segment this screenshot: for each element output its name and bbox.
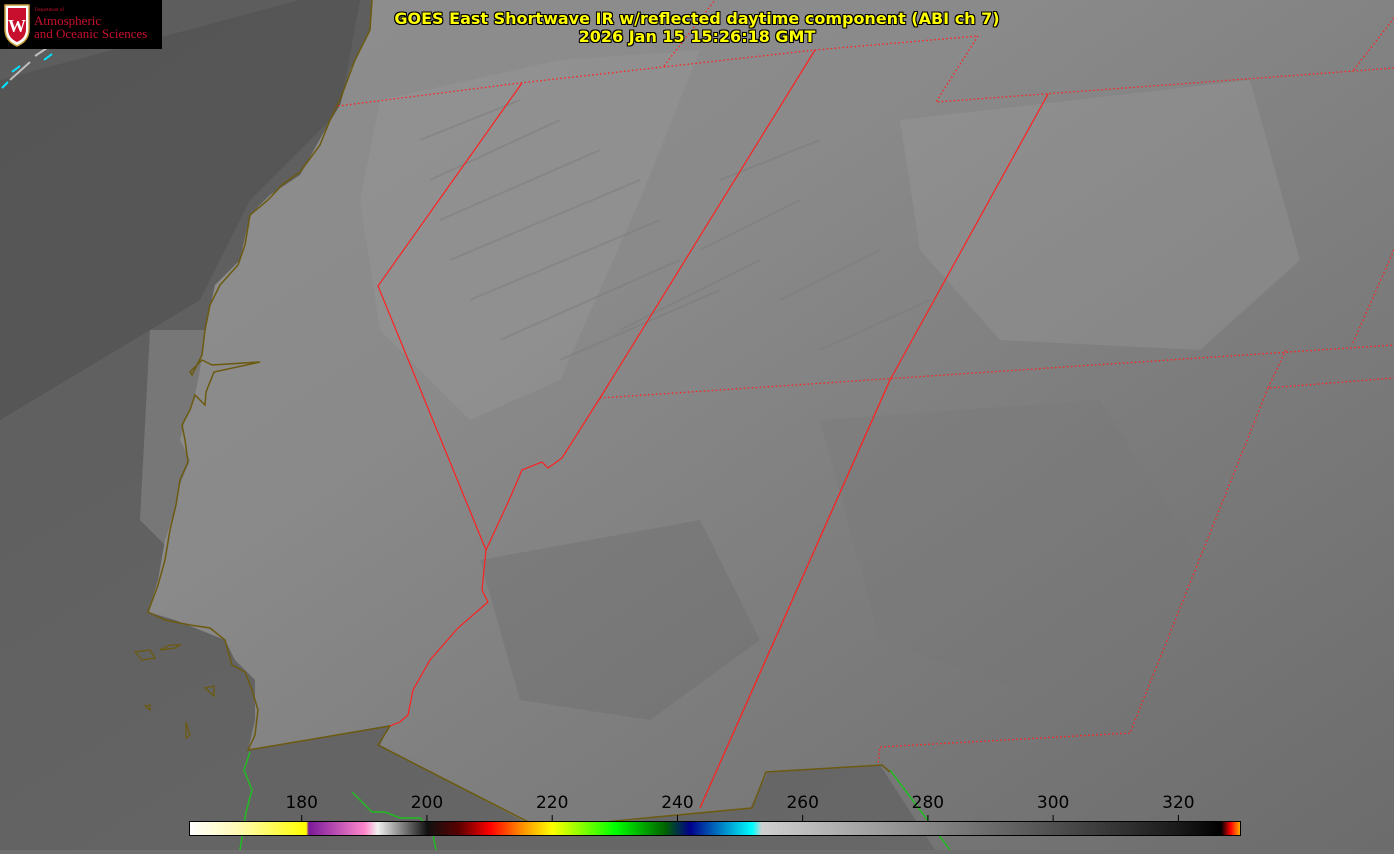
colorbar-tick-label-240: 240: [661, 793, 693, 813]
colorbar-tick-label-300: 300: [1037, 793, 1069, 813]
colorbar-tick-label-220: 220: [536, 793, 568, 813]
colorbar-tick-label-180: 180: [285, 793, 317, 813]
colorbar-tick-label-320: 320: [1162, 793, 1194, 813]
colorbar-tick-label-260: 260: [786, 793, 818, 813]
colorbar-tick-label-200: 200: [411, 793, 443, 813]
satellite-map: W Department of Atmospheric and Oceanic …: [0, 0, 1394, 851]
colorbar-ticks: 180 200 220 240 260 280 300 320: [285, 793, 1195, 821]
colorbar-tick-label-280: 280: [912, 793, 944, 813]
